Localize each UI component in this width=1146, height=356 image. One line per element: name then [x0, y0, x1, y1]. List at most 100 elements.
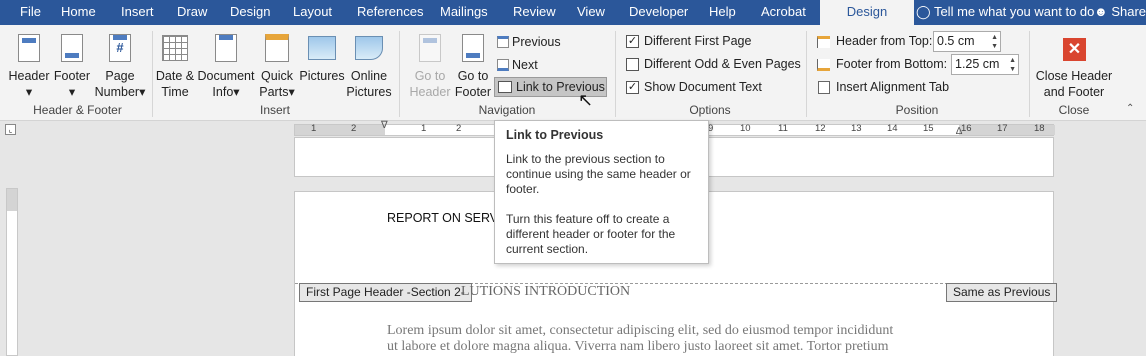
header-text[interactable]: REPORT ON SERVI [387, 211, 502, 225]
close-x-icon: ✕ [1063, 38, 1086, 61]
tab-home[interactable]: Home [61, 0, 96, 25]
tab-mailings[interactable]: Mailings [440, 0, 488, 25]
ribbon: Header ▾ Footer ▾ # Page Number▾ Header & F… [0, 25, 1146, 121]
online-pictures-icon [355, 36, 383, 60]
tab-view[interactable]: View [577, 0, 605, 25]
tab-help[interactable]: Help [709, 0, 736, 25]
ruler-number: 1 [311, 123, 317, 134]
previous-section-icon [497, 36, 509, 48]
footer-from-bottom-spinner[interactable]: 1.25 cm ▲ ▼ [951, 54, 1019, 75]
ruler-number: 10 [740, 123, 751, 134]
lightbulb-icon: ◯ [916, 4, 931, 19]
ruler-number: 15 [923, 123, 934, 134]
online-pictures-button[interactable]: Online Pictures [345, 68, 393, 100]
tab-design[interactable]: Design [230, 0, 270, 25]
different-odd-even-checkbox[interactable] [626, 58, 639, 71]
spin-up-icon[interactable]: ▲ [991, 34, 998, 41]
group-navigation-label: Navigation [478, 103, 536, 117]
document-info-icon [215, 34, 237, 62]
tab-developer[interactable]: Developer [629, 0, 688, 25]
ruler-number: 11 [778, 123, 788, 134]
document-info-button[interactable]: Document Info▾ [196, 68, 256, 100]
body-line[interactable]: ut labore et dolore magna aliqua. Viverr… [387, 339, 889, 355]
ruler-number: 18 [1034, 123, 1045, 134]
header-icon [18, 34, 40, 62]
tab-layout[interactable]: Layout [293, 0, 332, 25]
ruler-number: 2 [456, 123, 462, 134]
pictures-button[interactable]: Pictures [298, 68, 346, 84]
page-number-button[interactable]: Page Number▾ [92, 68, 148, 100]
vertical-ruler[interactable] [6, 188, 18, 356]
ruler-number: 13 [851, 123, 862, 134]
ruler-margin-left [295, 125, 385, 135]
ribbon-tab-bar: File Home Insert Draw Design Layout Refe… [0, 0, 1146, 25]
body-line[interactable]: Lorem ipsum dolor sit amet, consectetur … [387, 323, 893, 339]
spin-down-icon[interactable]: ▼ [1009, 66, 1016, 73]
tab-insert[interactable]: Insert [121, 0, 154, 25]
same-as-previous-tag: Same as Previous [946, 283, 1058, 302]
insert-alignment-tab-button[interactable]: Insert Alignment Tab [836, 79, 949, 95]
close-header-footer-button[interactable]: Close Header and Footer [1033, 68, 1115, 100]
right-indent-marker-icon[interactable]: ∆ [956, 127, 962, 137]
group-options-label: Options [689, 103, 731, 117]
group-close-label: Close [1058, 103, 1090, 117]
next-section-icon [497, 59, 509, 71]
footer-from-bottom-icon [817, 59, 830, 71]
vruler-margin [7, 189, 17, 211]
tell-me-box[interactable]: ◯ Tell me what you want to do [916, 0, 1094, 25]
go-to-footer-button[interactable]: Go to Footer [452, 68, 494, 100]
tab-header-footer-design[interactable]: Design [820, 0, 914, 25]
tab-review[interactable]: Review [513, 0, 556, 25]
footer-icon [61, 34, 83, 62]
spin-up-icon[interactable]: ▲ [1009, 57, 1016, 64]
tab-draw[interactable]: Draw [177, 0, 207, 25]
header-section-tag: First Page Header -Section 2- [299, 283, 472, 302]
ruler-number: 1 [421, 123, 427, 134]
header-from-top-spinner[interactable]: 0.5 cm ▲ ▼ [933, 31, 1001, 52]
person-icon: ☻ [1094, 4, 1108, 19]
ruler-number: 12 [815, 123, 826, 134]
previous-button[interactable]: Previous [497, 33, 561, 51]
go-to-header-button[interactable]: Go to Header [406, 68, 454, 100]
different-odd-even-label: Different Odd & Even Pages [644, 57, 801, 71]
next-button[interactable]: Next [497, 56, 538, 74]
show-document-text-label: Show Document Text [644, 80, 762, 94]
tab-references[interactable]: References [357, 0, 423, 25]
group-separator [152, 31, 153, 117]
quick-parts-icon [265, 34, 289, 62]
tab-selector-icon[interactable]: ⌞ [5, 124, 16, 135]
different-first-page-label: Different First Page [644, 34, 752, 48]
tab-acrobat[interactable]: Acrobat [761, 0, 806, 25]
pictures-icon [308, 36, 336, 60]
group-insert-label: Insert [259, 103, 290, 117]
header-button[interactable]: Header ▾ [6, 68, 52, 100]
insert-alignment-tab-icon [818, 81, 830, 94]
quick-parts-button[interactable]: Quick Parts▾ [256, 68, 298, 100]
group-header-footer-label: Header & Footer [33, 103, 122, 117]
header-from-top-icon [817, 36, 830, 48]
footer-button[interactable]: Footer ▾ [50, 68, 94, 100]
header-from-top-label: Header from Top: [836, 34, 933, 48]
calendar-clock-icon [162, 35, 188, 61]
share-button[interactable]: ☻ Share [1094, 0, 1146, 25]
page-number-icon: # [109, 34, 131, 62]
ruler-number: 16 [961, 123, 972, 134]
link-chain-icon [498, 81, 512, 93]
heading-text[interactable]: LUTIONS INTRODUCTION [461, 284, 630, 300]
link-to-previous-tooltip: Link to Previous Link to the previous se… [494, 120, 709, 264]
footer-from-bottom-label: Footer from Bottom: [836, 57, 948, 71]
collapse-ribbon-icon[interactable]: ⌃ [1126, 103, 1134, 114]
indent-marker-icon[interactable]: ∇ [381, 121, 388, 131]
go-to-header-icon [419, 34, 441, 62]
show-document-text-checkbox[interactable]: ✓ [626, 81, 639, 94]
group-position-label: Position [895, 103, 939, 117]
go-to-footer-icon [462, 34, 484, 62]
tab-file[interactable]: File [20, 0, 41, 25]
ruler-number: 14 [887, 123, 898, 134]
ruler-number: 2 [351, 123, 357, 134]
tooltip-body: Link to the previous section to continue… [506, 152, 691, 196]
tooltip-body: Turn this feature off to create a differ… [506, 212, 676, 256]
different-first-page-checkbox[interactable]: ✓ [626, 35, 639, 48]
date-time-button[interactable]: Date & Time [154, 68, 196, 100]
spin-down-icon[interactable]: ▼ [991, 43, 998, 50]
